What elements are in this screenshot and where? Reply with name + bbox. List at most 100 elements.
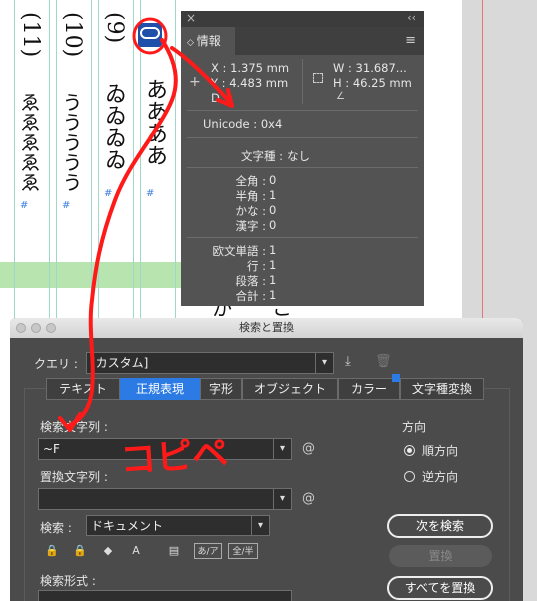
tab-arrows-icon: ◇ <box>187 38 197 48</box>
count-value: 0 <box>269 203 277 217</box>
column-number-10: (10) <box>60 12 85 58</box>
include-locked-stories-icon[interactable]: 🔒 <box>70 543 90 559</box>
query-value: [カスタム] <box>91 356 149 370</box>
paragraph-count-label: 段落 : <box>235 274 266 288</box>
crosshair-icon: + <box>189 74 201 90</box>
angle-icon: ∠ <box>336 91 345 102</box>
include-master-pages-icon[interactable]: A <box>126 543 146 559</box>
include-footnotes-icon[interactable]: ▤ <box>164 543 184 559</box>
search-label: 検索文字列 : <box>40 420 108 434</box>
special-chars-replace-icon[interactable]: @ <box>302 491 315 506</box>
query-select[interactable]: [カスタム] ▾ <box>86 352 334 374</box>
tab-color[interactable]: カラー <box>338 378 400 400</box>
search-tabs: テキスト 正規表現 字形 オブジェクト カラー 文字種変換 <box>46 374 484 400</box>
count-label: 全角 : <box>235 174 266 188</box>
word-count-label: 欧文単語 : <box>212 244 266 258</box>
find-next-button[interactable]: 次を検索 <box>387 514 493 538</box>
close-icon[interactable]: × <box>186 11 196 25</box>
tab-grep[interactable]: 正規表現 <box>120 378 200 400</box>
tab-info-label: 情報 <box>196 34 221 48</box>
close-window-button[interactable] <box>16 323 26 333</box>
chevron-down-icon: ▾ <box>251 516 269 535</box>
char-type-value: なし <box>287 149 310 163</box>
format-label: 検索形式 : <box>40 574 96 588</box>
direction-label: 方向 <box>402 420 427 434</box>
count-label: 半角 : <box>235 189 266 203</box>
divider <box>302 59 303 104</box>
char-type-label: 文字種 : <box>240 149 283 163</box>
save-query-icon[interactable]: ⤓ <box>345 354 351 369</box>
unicode-readout: Unicode : 0x4 <box>203 117 283 131</box>
collapse-icon[interactable]: ‹‹ <box>407 11 416 24</box>
count-label: かな : <box>235 204 266 218</box>
delete-query-icon[interactable]: 🗑 <box>375 354 392 369</box>
word-count-value: 1 <box>269 243 277 257</box>
marker-icon: # <box>104 188 113 199</box>
tab-object[interactable]: オブジェクト <box>242 378 338 400</box>
find-replace-dialog: 検索と置換 クエリ : [カスタム] ▾ ⤓ 🗑 テキスト 正規表現 字形 オブ… <box>10 318 523 601</box>
tab-transliterate[interactable]: 文字種変換 <box>400 378 484 400</box>
include-hidden-layers-icon[interactable]: ◆ <box>98 543 118 559</box>
kana-sensitive-icon[interactable]: あ/ア <box>194 543 222 559</box>
backward-label: 逆方向 <box>422 470 459 484</box>
info-panel: × ‹‹ ◇ 情報 ≡ + X : 1.375 mm Y : 4.483 mm … <box>181 11 424 306</box>
count-value: 0 <box>269 218 277 232</box>
x-readout: X : 1.375 mm <box>211 61 290 75</box>
line-count-label: 行 : <box>246 259 266 273</box>
column-text-11: ゑゑゑゑゑ <box>17 92 41 192</box>
scope-value: ドキュメント <box>91 519 164 533</box>
backward-radio[interactable] <box>404 471 415 482</box>
scope-label: 検索 : <box>40 521 72 535</box>
zoom-window-button[interactable] <box>46 323 56 333</box>
count-value: 0 <box>269 173 277 187</box>
divider <box>187 110 418 111</box>
replace-all-button[interactable]: すべてを置換 <box>387 576 493 600</box>
w-readout: W : 31.687... <box>333 61 407 75</box>
column-number-11: (11) <box>18 12 43 58</box>
column-text-9: ゐゐゐゐ <box>101 82 126 170</box>
dialog-titlebar[interactable]: 検索と置換 <box>10 318 523 338</box>
selected-glyph[interactable] <box>138 23 162 47</box>
marker-icon: # <box>20 200 29 211</box>
forward-label: 順方向 <box>422 444 459 458</box>
h-readout: H : 46.25 mm <box>333 76 412 90</box>
column-text-10: ううううう <box>59 92 83 192</box>
tab-info[interactable]: ◇ 情報 <box>181 27 235 55</box>
query-label: クエリ : <box>34 357 78 371</box>
glyph-mark <box>140 27 160 39</box>
panel-menu-icon[interactable]: ≡ <box>405 33 416 48</box>
search-value: ~F <box>43 442 60 456</box>
dialog-title: 検索と置換 <box>239 321 294 334</box>
column-number-9: (9) <box>102 12 127 44</box>
tab-indicator <box>392 374 400 382</box>
annotation-text: コピペ <box>118 433 230 482</box>
chevron-down-icon: ▾ <box>273 439 291 459</box>
scope-select[interactable]: ドキュメント ▾ <box>86 515 270 536</box>
line-count-value: 1 <box>269 258 277 272</box>
format-field[interactable] <box>38 590 292 601</box>
replace-input[interactable]: ▾ <box>38 488 292 510</box>
count-value: 1 <box>269 188 277 202</box>
replace-button[interactable]: 置換 <box>389 545 492 567</box>
chevron-down-icon: ▾ <box>315 353 333 373</box>
divider <box>187 167 418 168</box>
info-panel-titlebar[interactable]: × ‹‹ <box>181 11 424 27</box>
marker-icon: # <box>146 188 155 199</box>
chevron-down-icon: ▾ <box>273 489 291 509</box>
total-count-value: 1 <box>269 288 277 302</box>
paragraph-count-value: 1 <box>269 273 277 287</box>
count-label: 漢字 : <box>235 219 266 233</box>
special-chars-search-icon[interactable]: @ <box>302 441 315 456</box>
tab-text[interactable]: テキスト <box>46 378 120 400</box>
width-sensitive-icon[interactable]: 全/半 <box>228 543 258 559</box>
replace-label: 置換文字列 : <box>40 470 108 484</box>
y-readout: Y : 4.483 mm <box>211 76 289 90</box>
total-count-label: 合計 : <box>235 289 266 303</box>
forward-radio[interactable] <box>404 445 415 456</box>
minimize-window-button[interactable] <box>31 323 41 333</box>
divider <box>187 237 418 238</box>
tab-glyph[interactable]: 字形 <box>200 378 242 400</box>
column-text-a: ああああ <box>142 78 167 166</box>
divider <box>187 137 418 138</box>
include-locked-layers-icon[interactable]: 🔒 <box>42 543 62 559</box>
